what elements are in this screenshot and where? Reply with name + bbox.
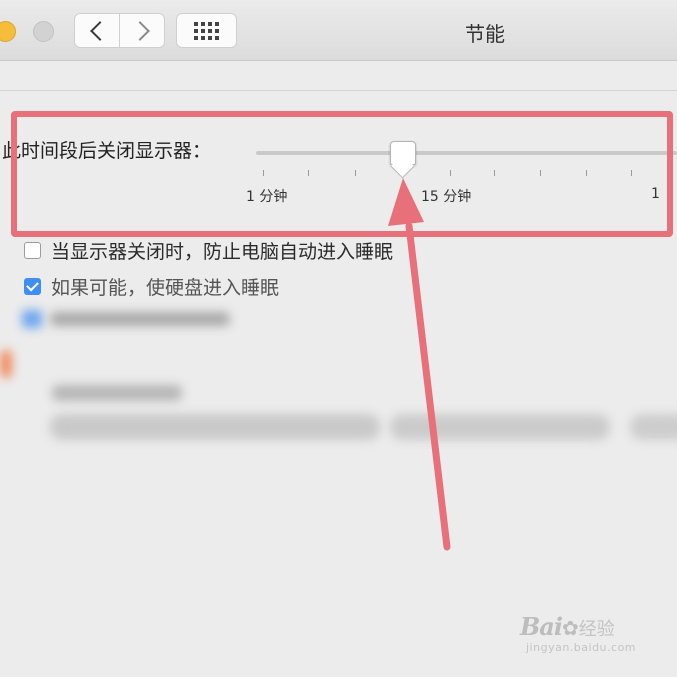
minimize-button[interactable] xyxy=(0,21,16,42)
chevron-left-icon xyxy=(89,20,110,41)
prevent-sleep-option[interactable]: 当显示器关闭时，防止电脑自动进入睡眠 xyxy=(24,237,393,264)
blurred-text xyxy=(52,385,182,401)
grid-icon xyxy=(194,21,219,40)
forward-button[interactable] xyxy=(119,13,165,48)
zoom-button[interactable] xyxy=(33,21,54,42)
watermark-url: jingyan.baidu.com xyxy=(526,641,637,654)
blurred-control xyxy=(50,414,380,440)
show-all-button[interactable] xyxy=(176,13,237,48)
back-button[interactable] xyxy=(74,13,120,48)
blurred-text xyxy=(50,312,230,326)
disk-sleep-option[interactable]: 如果可能，使硬盘进入睡眠 xyxy=(24,273,279,300)
watermark-brand: Bai xyxy=(520,612,563,641)
blurred-icon xyxy=(0,350,12,378)
blurred-control xyxy=(390,414,610,440)
divider xyxy=(0,90,677,91)
annotation-arrow xyxy=(388,178,451,551)
title-bar: 节能 xyxy=(0,0,677,61)
disk-sleep-label: 如果可能，使硬盘进入睡眠 xyxy=(51,277,280,299)
disk-sleep-checkbox[interactable] xyxy=(24,278,41,295)
prevent-sleep-checkbox[interactable] xyxy=(24,242,41,259)
blurred-control xyxy=(630,414,677,440)
chevron-right-icon xyxy=(129,20,150,41)
baidu-paw-icon: ✿ xyxy=(561,616,579,640)
highlight-box xyxy=(11,111,673,237)
prevent-sleep-label: 当显示器关闭时，防止电脑自动进入睡眠 xyxy=(51,241,394,263)
watermark: Bai✿经验 jingyan.baidu.com xyxy=(520,612,670,654)
blurred-checkbox xyxy=(22,310,42,328)
window-title: 节能 xyxy=(465,22,505,46)
checkmark-icon xyxy=(26,278,39,292)
watermark-brand2: 经验 xyxy=(578,619,615,640)
